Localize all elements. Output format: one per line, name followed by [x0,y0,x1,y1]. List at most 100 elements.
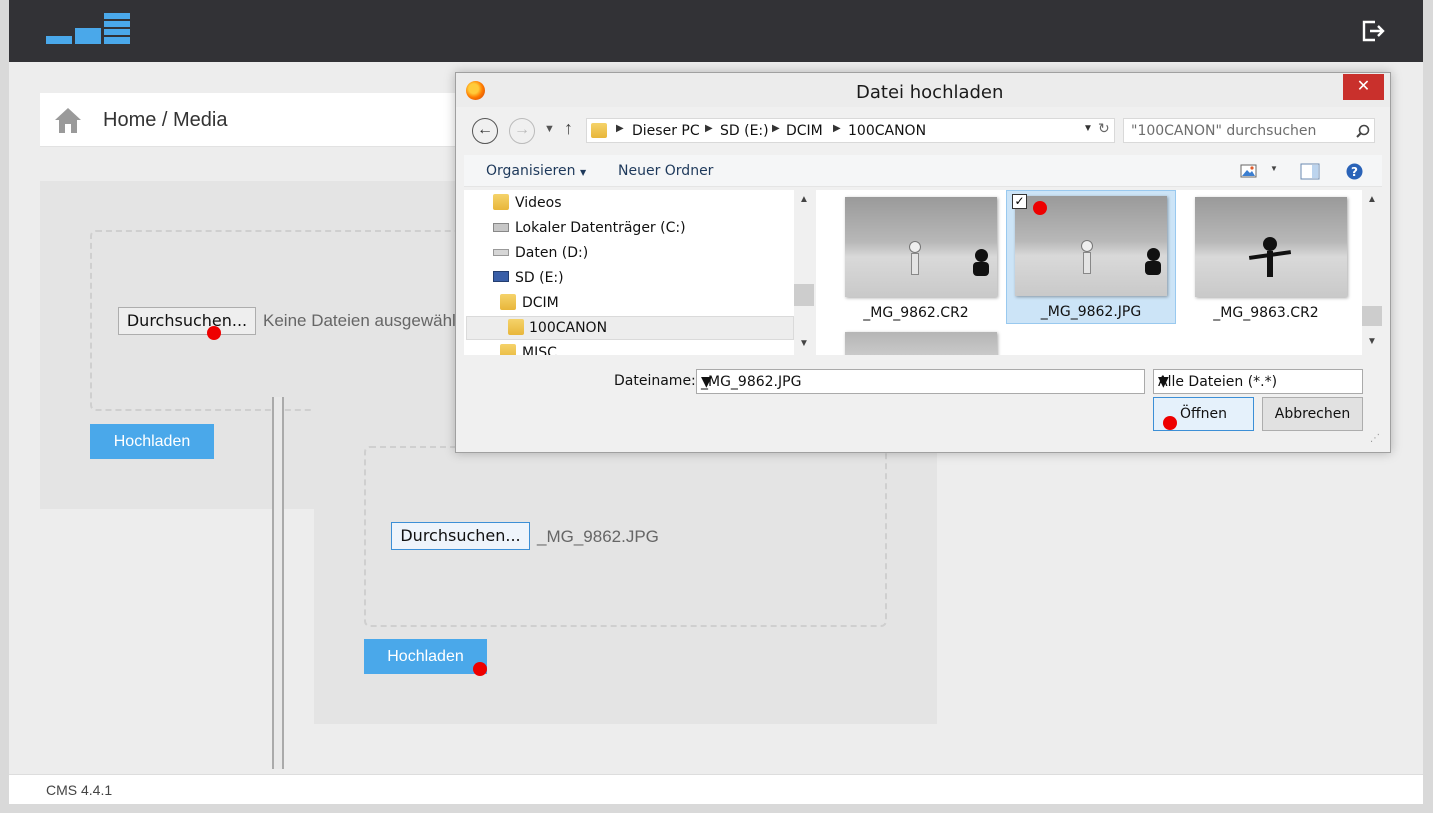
browse-button-after[interactable]: Durchsuchen... [391,522,530,550]
file-item-jpg-selected[interactable]: ✓ _MG_9862.JPG [1006,190,1176,324]
file-type-select[interactable]: Alle Dateien (*.*) ▼ [1153,369,1363,394]
top-bar [9,0,1423,62]
click-marker [473,662,487,676]
tree-item-100canon[interactable]: 100CANON [466,316,794,340]
chevron-down-icon[interactable]: ▼ [1367,336,1377,347]
version-label: CMS 4.4.1 [46,782,113,798]
chevron-right-icon: ▶ [705,123,713,134]
thumbnail-image [1195,197,1347,297]
chevron-right-icon: ▶ [616,123,624,134]
file-name: _MG_9862.CR2 [863,305,969,321]
system-drive-icon [493,223,509,232]
filename-input[interactable]: _MG_9862.JPG ▼ [696,369,1145,394]
help-icon[interactable]: ? [1346,163,1363,180]
folder-icon [500,294,516,310]
dialog-toolbar: Organisieren ▼ Neuer Ordner ▼ ? [464,155,1382,187]
address-bar[interactable]: ▶ Dieser PC ▶ SD (E:) ▶ DCIM ▶ 100CANON … [586,118,1115,143]
chevron-down-icon: ▼ [579,168,587,177]
resize-grip-icon[interactable]: ⋰ [1370,433,1380,444]
tree-item-videos[interactable]: Videos [493,192,793,216]
firefox-icon [466,81,485,100]
home-icon[interactable] [54,106,82,134]
organize-button[interactable]: Organisieren ▼ [486,163,586,179]
file-status-after: _MG_9862.JPG [537,527,659,546]
sd-drive-icon [493,271,509,282]
chevron-down-icon[interactable]: ▼ [1158,374,1356,390]
file-status-before: Keine Dateien ausgewählt [263,311,455,330]
folder-icon [591,123,607,138]
chevron-down-icon[interactable]: ▼ [1270,164,1278,173]
dialog-title: Datei hochladen [856,82,1004,103]
grid-scrollbar[interactable]: ▲ ▼ [1362,190,1382,355]
file-name: _MG_9863.CR2 [1213,305,1319,321]
close-icon[interactable]: ✕ [1343,74,1384,100]
tree-item-label: Lokaler Datenträger (C:) [515,220,686,236]
tree-scrollbar[interactable]: ▲ ▼ [794,190,814,355]
tree-item-label: MISC [522,345,557,355]
browse-button-before[interactable]: Durchsuchen... [118,307,256,335]
file-item-cr2-2[interactable]: _MG_9863.CR2 [1181,192,1351,326]
tree-item-drive-e[interactable]: SD (E:) [493,267,793,291]
folder-icon [500,344,516,355]
thumbnail-image [845,197,997,297]
click-marker [1163,416,1177,430]
search-icon [1356,124,1370,138]
folder-icon [508,319,524,335]
path-segment[interactable]: SD (E:) [720,123,769,139]
back-icon[interactable]: ← [472,118,498,144]
file-status-clip: Keine Dateien ausgewählt [263,311,455,335]
upload-button-before[interactable]: Hochladen [90,424,214,459]
tree-item-label: Videos [515,195,562,211]
path-segment[interactable]: Dieser PC [632,123,700,139]
click-marker [207,326,221,340]
logo-icon[interactable] [46,13,132,45]
tree-item-misc[interactable]: MISC [500,342,790,355]
tree-item-label: 100CANON [529,320,608,336]
screen: Home / Media Durchsuchen... Keine Dateie… [0,0,1433,813]
refresh-icon[interactable]: ↻ [1098,121,1110,137]
file-dialog: Datei hochladen ✕ ← → ▼ ↑ ▶ Dieser PC ▶ … [455,72,1391,453]
preview-pane-icon[interactable] [1300,163,1320,180]
cancel-button[interactable]: Abbrechen [1262,397,1363,431]
chevron-right-icon: ▶ [772,123,780,134]
up-icon[interactable]: ↑ [564,118,573,139]
chevron-up-icon[interactable]: ▲ [1367,194,1377,205]
svg-text:?: ? [1351,165,1358,179]
breadcrumb[interactable]: Home / Media [103,109,228,132]
tree-item-dcim[interactable]: DCIM [500,292,790,316]
search-input[interactable]: "100CANON" durchsuchen [1123,118,1375,143]
chevron-down-icon[interactable]: ▼ [1083,123,1093,134]
search-placeholder: "100CANON" durchsuchen [1131,123,1317,139]
footer: CMS 4.4.1 [9,774,1423,804]
tree-item-label: Daten (D:) [515,245,589,261]
drive-icon [493,249,509,256]
path-segment[interactable]: DCIM [786,123,823,139]
click-marker [1033,201,1047,215]
checkbox-checked-icon[interactable]: ✓ [1012,194,1027,209]
chevron-down-icon[interactable]: ▼ [701,374,1138,390]
tree-item-drive-d[interactable]: Daten (D:) [493,242,793,266]
forward-icon[interactable]: → [509,118,535,144]
chevron-down-icon[interactable]: ▼ [799,338,809,349]
partial-thumbnail [845,332,997,355]
tree-item-drive-c[interactable]: Lokaler Datenträger (C:) [493,217,793,241]
file-grid[interactable]: _MG_9862.CR2 ✓ _MG_9862.JPG _MG_9863.CR2 [816,190,1382,355]
view-options-icon[interactable] [1240,163,1258,179]
chevron-up-icon[interactable]: ▲ [799,194,809,205]
upload-button-after[interactable]: Hochladen [364,639,487,674]
logout-icon[interactable] [1360,18,1386,44]
file-name: _MG_9862.JPG [1040,304,1142,320]
path-segment[interactable]: 100CANON [848,123,926,139]
filename-label: Dateiname: [614,373,696,389]
step-divider [272,397,284,769]
scrollbar-thumb[interactable] [1362,306,1382,326]
videos-folder-icon [493,194,509,210]
file-item-cr2-1[interactable]: _MG_9862.CR2 [831,192,1001,326]
recent-locations-icon[interactable]: ▼ [544,123,555,135]
new-folder-button[interactable]: Neuer Ordner [618,163,713,179]
organize-label: Organisieren [486,163,576,179]
navigation-tree[interactable]: Videos Lokaler Datenträger (C:) Daten (D… [464,190,814,355]
tree-item-label: SD (E:) [515,270,564,286]
chevron-right-icon: ▶ [833,123,841,134]
scrollbar-thumb[interactable] [794,284,814,306]
